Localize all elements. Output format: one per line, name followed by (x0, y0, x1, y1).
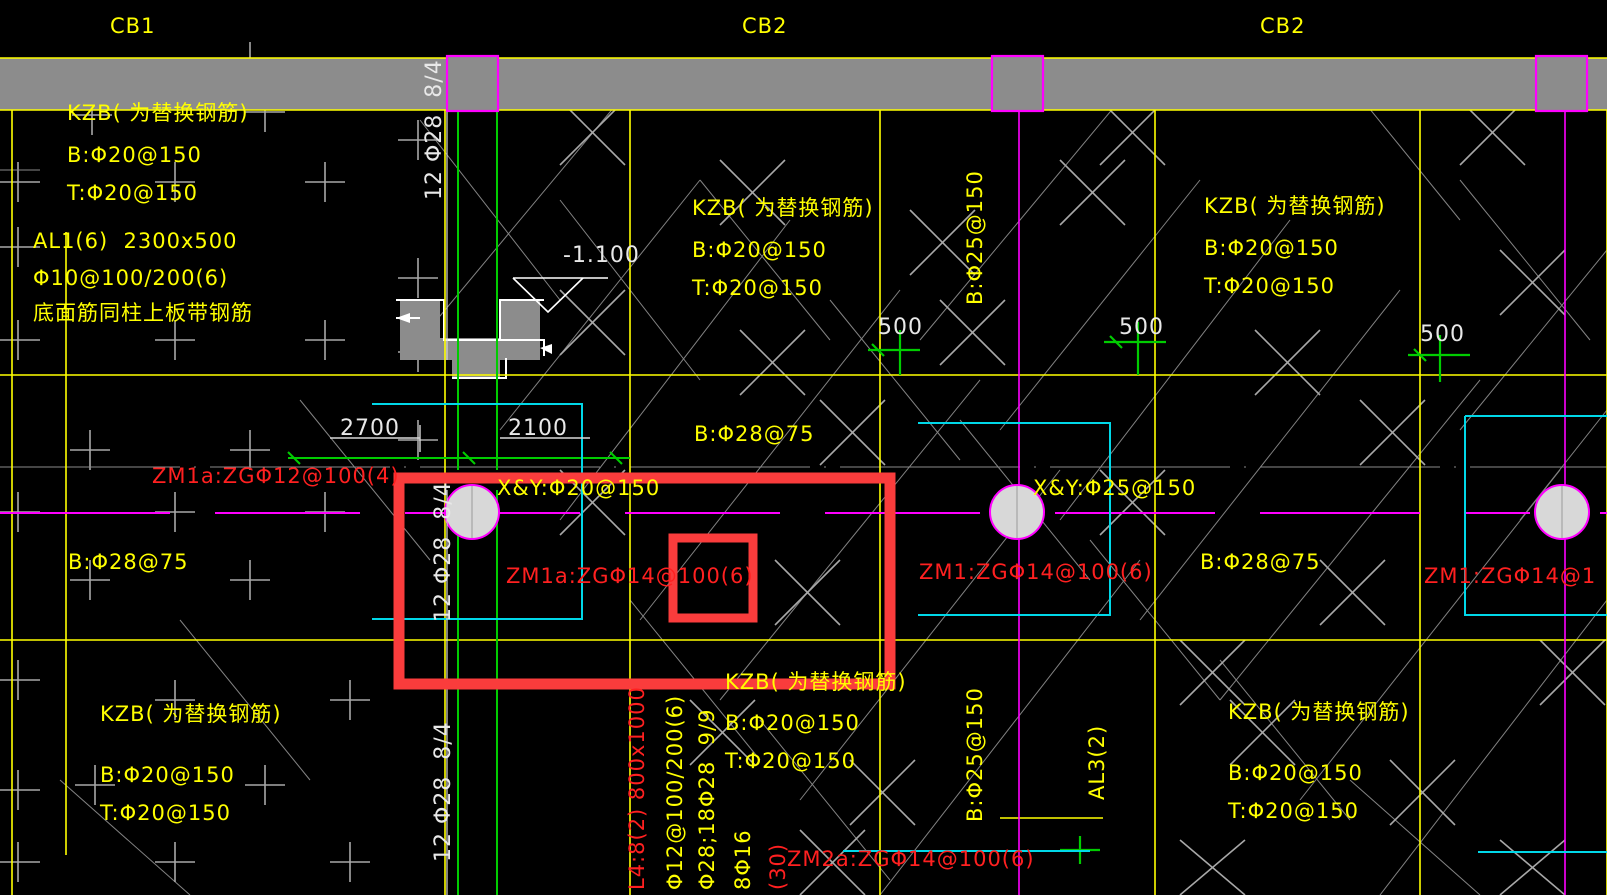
note-30: (30) (766, 842, 790, 890)
span-label-cb2-center: CB2 (742, 14, 788, 38)
dim-2100: 2100 (508, 416, 568, 441)
kzb-note-line: B:Φ20@150 (725, 711, 860, 735)
magenta-columns (445, 54, 1589, 113)
dim-500-c: 500 (1420, 322, 1465, 347)
al1-note-line: AL1(6) 2300x500 (33, 229, 238, 253)
kzb-note-line: T:Φ20@150 (1228, 799, 1359, 823)
zm1a-zg-phi12-label: ZM1a:ZGΦ12@100(4) (152, 464, 400, 488)
green-rebar-lines (287, 110, 630, 895)
rebar-12-phi28-bottom: 12 Φ28 8/4 (431, 721, 456, 862)
green-dimension-ticks (868, 322, 1470, 864)
b-phi28-75-right: B:Φ28@75 (1200, 550, 1321, 574)
kzb-note-line: KZB( 为替换钢筋) (67, 101, 249, 125)
stirrup-12-100-200: Φ12@100/200(6) (663, 694, 687, 890)
al3-beam-label: AL3(2) (1085, 724, 1109, 800)
b-phi25-150-lower: B:Φ25@150 (963, 687, 987, 822)
rebar-8-phi16: 8Φ16 (731, 829, 755, 890)
kzb-note-line: B:Φ20@150 (1228, 761, 1363, 785)
b-phi28-75-center: B:Φ28@75 (694, 422, 815, 446)
drop-panel-detail (396, 277, 608, 379)
span-label-cb1: CB1 (110, 14, 156, 38)
xy-phi25-150: X&Y:Φ25@150 (1033, 476, 1197, 500)
kzb-note-line: B:Φ20@150 (100, 763, 235, 787)
cad-drawing-canvas[interactable]: CB1 CB2 CB2 KZB( 为替换钢筋) B:Φ20@150 T:Φ20@… (0, 0, 1607, 895)
xy-phi20-150: X&Y:Φ20@150 (497, 476, 661, 500)
dim-2700: 2700 (340, 416, 400, 441)
yellow-grid-lines (0, 110, 1607, 895)
rebar-12-phi28-top: 12 Φ28 8/4 (422, 59, 447, 200)
zm1-zg-phi14-label: ZM1:ZGΦ14@100(6) (919, 560, 1153, 584)
kzb-note-line: B:Φ20@150 (1204, 236, 1339, 260)
kzb-note-line: KZB( 为替换钢筋) (1204, 194, 1386, 218)
span-label-cb2-right: CB2 (1260, 14, 1306, 38)
kzb-note-line: KZB( 为替换钢筋) (1228, 700, 1410, 724)
al1-note-line: Φ10@100/200(6) (33, 266, 229, 290)
cyan-slab-bands (372, 403, 1607, 853)
kzb-note-line: B:Φ20@150 (67, 143, 202, 167)
al1-note-line: 底面筋同柱上板带钢筋 (33, 301, 253, 325)
kzb-note-line: T:Φ20@150 (725, 749, 856, 773)
kzb-note-line: T:Φ20@150 (67, 181, 198, 205)
kzb-note-line: KZB( 为替换钢筋) (725, 670, 907, 694)
kzb-note-line: B:Φ20@150 (692, 238, 827, 262)
rebar-12-phi28-middle: 12 Φ28 8/4 (431, 481, 456, 622)
kzb-note-line: T:Φ20@150 (1204, 274, 1335, 298)
rebar-28-18-28: Φ28;18Φ28 9/9 (695, 708, 719, 890)
kzb-note-line: KZB( 为替换钢筋) (692, 196, 874, 220)
b-phi28-75-left: B:Φ28@75 (68, 550, 189, 574)
kzb-note-line: T:Φ20@150 (100, 801, 231, 825)
kzb-note-line: KZB( 为替换钢筋) (100, 702, 282, 726)
kzb-note-line: T:Φ20@150 (692, 276, 823, 300)
zm2a-zg-phi14-label: ZM2a:ZGΦ14@100(6) (787, 847, 1035, 871)
dim-500-a: 500 (878, 315, 923, 340)
l4-8-beam-size: L4:8(2) 800x1000 (625, 686, 649, 890)
b-phi25-150-upper: B:Φ25@150 (963, 170, 987, 305)
elevation-mark: -1.100 (563, 243, 640, 268)
zm1-zg-phi14-right-label: ZM1:ZGΦ14@1 (1424, 564, 1597, 588)
dim-500-b: 500 (1119, 315, 1164, 340)
zm1a-zg-phi14-label: ZM1a:ZGΦ14@100(6) (506, 564, 754, 588)
